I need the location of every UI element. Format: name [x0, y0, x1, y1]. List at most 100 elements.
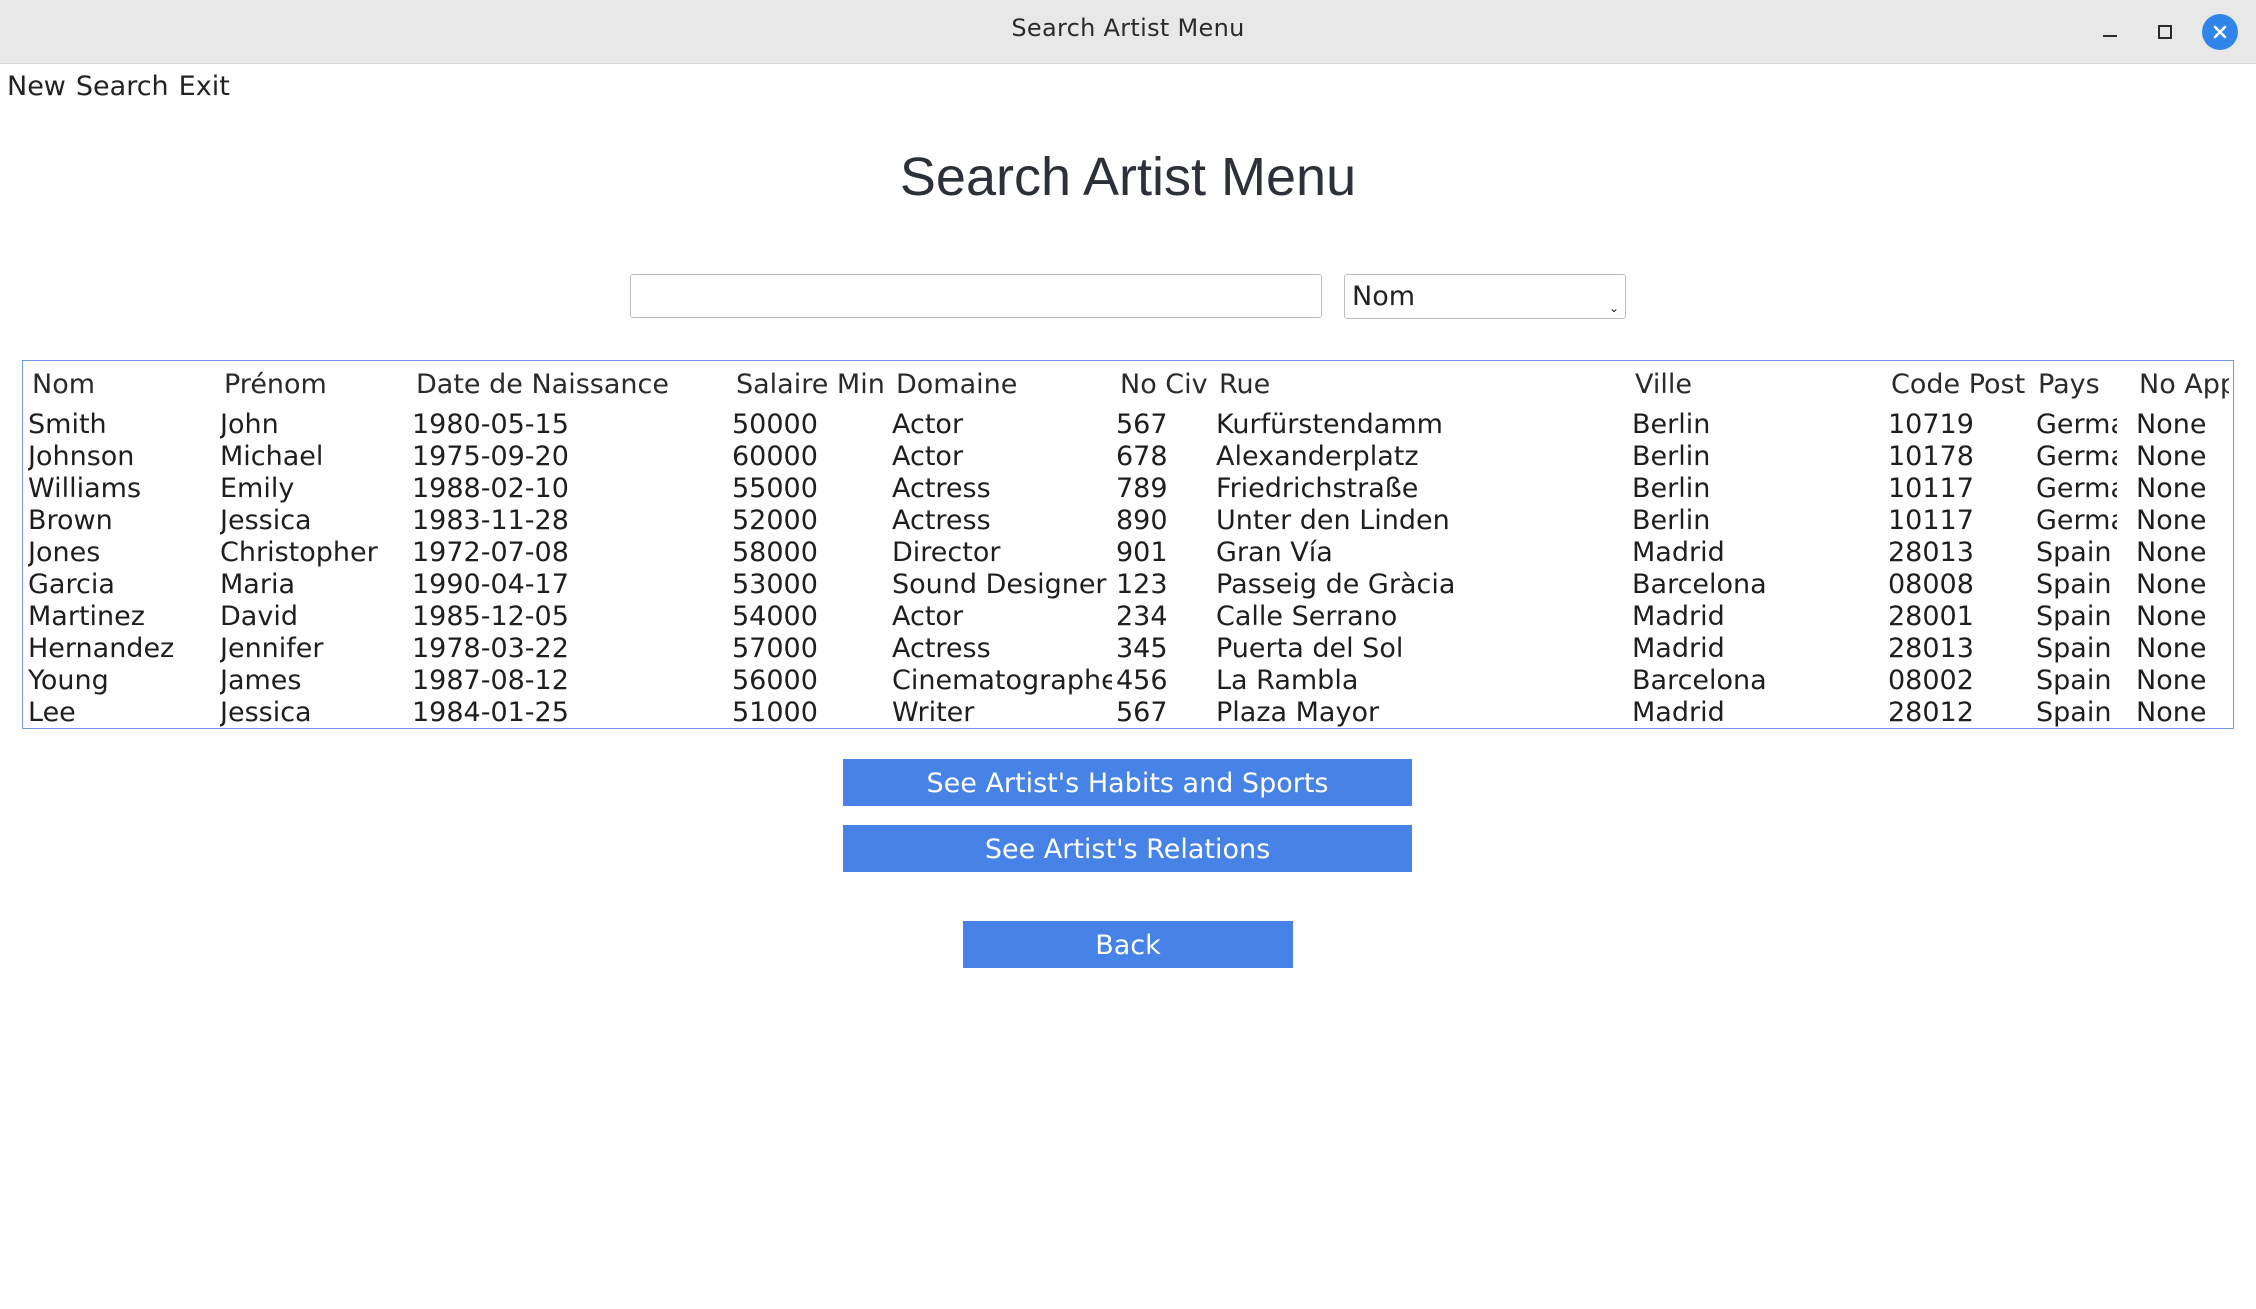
cell-nom: Jones: [28, 537, 101, 568]
cell-nom: Brown: [28, 505, 113, 536]
cell-salaire-min: 53000: [732, 569, 818, 600]
cell-domaine: Actor: [892, 601, 964, 632]
cell-domaine: Director: [892, 537, 1001, 568]
menu-exit[interactable]: Exit: [176, 71, 237, 102]
menu-new[interactable]: New: [0, 71, 73, 102]
cell-salaire-min: 50000: [732, 409, 818, 440]
cell-ville: Berlin: [1632, 441, 1711, 472]
close-icon: [2213, 25, 2227, 39]
cell-code-post: 08002: [1888, 665, 1974, 696]
column-header-no-civ[interactable]: No Civ: [1120, 369, 1210, 401]
column-header-no-app[interactable]: No App: [2139, 369, 2229, 401]
column-header-pays[interactable]: Pays: [2038, 369, 2118, 401]
search-input[interactable]: [630, 274, 1322, 318]
cell-no-civ: 789: [1116, 473, 1168, 504]
column-header-nom[interactable]: Nom: [32, 369, 212, 401]
cell-nom: Lee: [28, 697, 76, 728]
table-row[interactable]: Lee Jessica 1984-01-25 51000 Writer 567 …: [23, 697, 2233, 728]
cell-ville: Berlin: [1632, 473, 1711, 504]
cell-salaire-min: 58000: [732, 537, 818, 568]
cell-ville: Berlin: [1632, 409, 1711, 440]
column-header-prenom[interactable]: Prénom: [224, 369, 404, 401]
search-field-select[interactable]: Nom ⌄: [1344, 274, 1626, 319]
cell-rue: Alexanderplatz: [1216, 441, 1419, 472]
column-header-domaine[interactable]: Domaine: [896, 369, 1106, 401]
cell-ville: Madrid: [1632, 633, 1725, 664]
close-button[interactable]: [2202, 14, 2238, 50]
cell-date-naissance: 1983-11-28: [412, 505, 569, 536]
cell-date-naissance: 1978-03-22: [412, 633, 569, 664]
cell-prenom: David: [220, 601, 298, 632]
cell-salaire-min: 54000: [732, 601, 818, 632]
column-header-rue[interactable]: Rue: [1219, 369, 1619, 401]
title-bar: Search Artist Menu: [0, 0, 2256, 64]
cell-domaine: Cinematographer: [892, 665, 1112, 696]
cell-salaire-min: 57000: [732, 633, 818, 664]
cell-no-civ: 123: [1116, 569, 1168, 600]
table-row[interactable]: Garcia Maria 1990-04-17 53000 Sound Desi…: [23, 569, 2233, 601]
artist-table[interactable]: Nom Prénom Date de Naissance Salaire Min…: [22, 360, 2234, 729]
cell-rue: Gran Vía: [1216, 537, 1333, 568]
cell-ville: Barcelona: [1632, 569, 1767, 600]
table-row[interactable]: Brown Jessica 1983-11-28 52000 Actress 8…: [23, 505, 2233, 537]
table-row[interactable]: Young James 1987-08-12 56000 Cinematogra…: [23, 665, 2233, 697]
table-row[interactable]: Martinez David 1985-12-05 54000 Actor 23…: [23, 601, 2233, 633]
menu-bar: New Search Exit: [0, 66, 237, 106]
back-button[interactable]: Back: [963, 921, 1293, 968]
column-header-salaire-min[interactable]: Salaire Min: [736, 369, 886, 401]
cell-prenom: Jennifer: [220, 633, 324, 664]
table-row[interactable]: Smith John 1980-05-15 50000 Actor 567 Ku…: [23, 409, 2233, 441]
see-habits-sports-button[interactable]: See Artist's Habits and Sports: [843, 759, 1412, 806]
cell-code-post: 10178: [1888, 441, 1974, 472]
cell-no-civ: 234: [1116, 601, 1168, 632]
column-header-code-post[interactable]: Code Post: [1891, 369, 2031, 401]
cell-code-post: 28012: [1888, 697, 1974, 728]
cell-salaire-min: 60000: [732, 441, 818, 472]
cell-code-post: 10719: [1888, 409, 1974, 440]
cell-rue: Calle Serrano: [1216, 601, 1398, 632]
cell-code-post: 28001: [1888, 601, 1974, 632]
page-title: Search Artist Menu: [899, 147, 1357, 207]
chevron-down-icon: ⌄: [1608, 301, 1619, 315]
menu-search[interactable]: Search: [73, 71, 176, 102]
cell-pays: Germany: [2036, 409, 2117, 440]
cell-code-post: 10117: [1888, 505, 1974, 536]
cell-date-naissance: 1985-12-05: [412, 601, 569, 632]
cell-prenom: John: [220, 409, 279, 440]
cell-salaire-min: 52000: [732, 505, 818, 536]
cell-nom: Hernandez: [28, 633, 175, 664]
cell-nom: Young: [28, 665, 109, 696]
cell-date-naissance: 1987-08-12: [412, 665, 569, 696]
table-row[interactable]: Jones Christopher 1972-07-08 58000 Direc…: [23, 537, 2233, 569]
cell-code-post: 08008: [1888, 569, 1974, 600]
table-row[interactable]: Williams Emily 1988-02-10 55000 Actress …: [23, 473, 2233, 505]
cell-salaire-min: 51000: [732, 697, 818, 728]
cell-date-naissance: 1984-01-25: [412, 697, 569, 728]
see-relations-button[interactable]: See Artist's Relations: [843, 825, 1412, 872]
column-header-date-naissance[interactable]: Date de Naissance: [416, 369, 726, 401]
cell-domaine: Actress: [892, 633, 991, 664]
cell-prenom: Jessica: [220, 697, 312, 728]
cell-ville: Madrid: [1632, 537, 1725, 568]
cell-nom: Johnson: [28, 441, 135, 472]
cell-prenom: Maria: [220, 569, 295, 600]
table-row[interactable]: Johnson Michael 1975-09-20 60000 Actor 6…: [23, 441, 2233, 473]
cell-no-app: None: [2136, 537, 2207, 568]
cell-date-naissance: 1990-04-17: [412, 569, 569, 600]
cell-nom: Garcia: [28, 569, 115, 600]
cell-nom: Williams: [28, 473, 142, 504]
column-header-ville[interactable]: Ville: [1635, 369, 1885, 401]
cell-date-naissance: 1980-05-15: [412, 409, 569, 440]
table-row[interactable]: Hernandez Jennifer 1978-03-22 57000 Actr…: [23, 633, 2233, 665]
cell-rue: Unter den Linden: [1216, 505, 1450, 536]
cell-code-post: 28013: [1888, 633, 1974, 664]
cell-rue: Kurfürstendamm: [1216, 409, 1443, 440]
cell-pays: Spain: [2036, 665, 2112, 696]
cell-rue: La Rambla: [1216, 665, 1359, 696]
cell-prenom: Jessica: [220, 505, 312, 536]
cell-no-civ: 890: [1116, 505, 1168, 536]
cell-salaire-min: 55000: [732, 473, 818, 504]
minimize-button[interactable]: [2092, 14, 2128, 50]
maximize-button[interactable]: [2147, 14, 2183, 50]
cell-pays: Germany: [2036, 505, 2117, 536]
